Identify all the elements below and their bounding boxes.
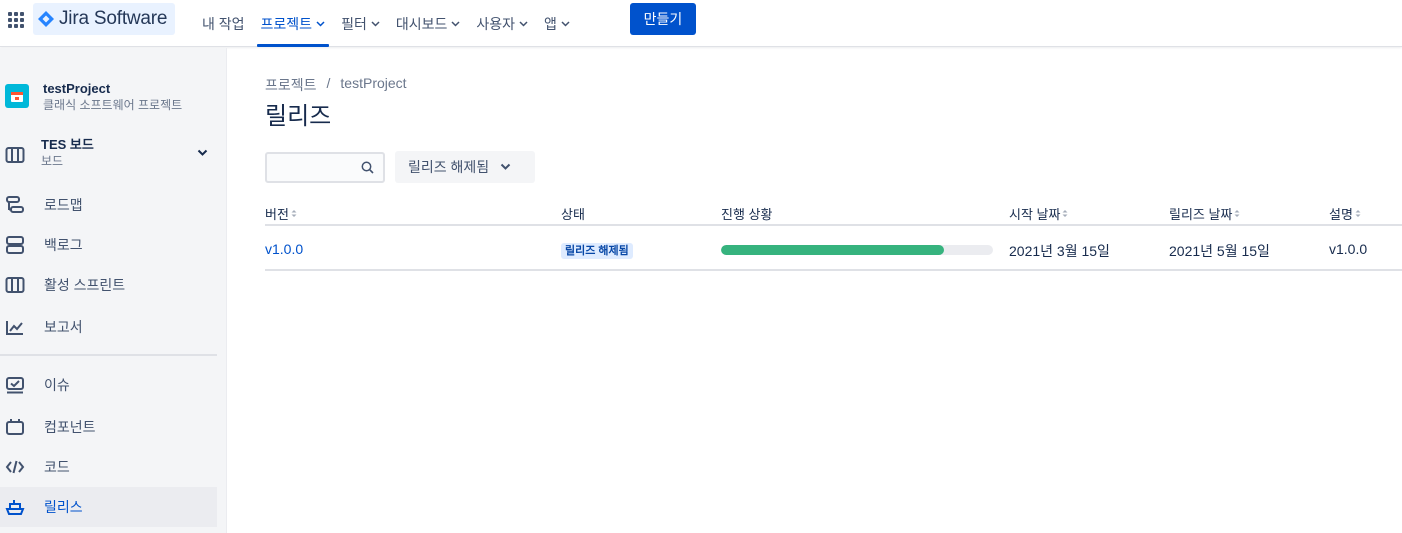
progress-bar [721, 245, 993, 255]
page-title: 릴리즈 [265, 103, 332, 130]
board-columns-icon [5, 277, 25, 293]
sidebar-item-reports[interactable]: 보고서 [0, 307, 217, 347]
column-label: 설명 [1329, 207, 1353, 222]
sidebar-item-releases[interactable]: 릴리스 [0, 487, 217, 527]
column-progress: 진행 상황 [721, 204, 772, 223]
chevron-down-icon [451, 20, 460, 27]
backlog-icon [6, 236, 24, 254]
sidebar-item-label: 로드맵 [44, 197, 83, 213]
project-avatar-icon [11, 92, 23, 102]
column-label: 시작 날짜 [1009, 207, 1061, 222]
release-status-filter[interactable]: 릴리즈 해제됨 [395, 151, 535, 183]
board-subtitle: 보드 [41, 154, 64, 168]
nav-item-people[interactable]: 사용자 [468, 0, 536, 47]
logo-text: Jira Software [59, 8, 168, 29]
nav-item-label: 프로젝트 [260, 15, 313, 32]
components-icon [6, 419, 24, 435]
sidebar-item-label: 활성 스프린트 [44, 277, 126, 293]
column-start-date[interactable]: 시작 날짜 [1009, 204, 1068, 223]
nav-item-label: 필터 [341, 15, 367, 32]
column-status: 상태 [561, 204, 585, 223]
nav-item-filters[interactable]: 필터 [333, 0, 388, 47]
search-icon [361, 161, 374, 174]
column-release-date[interactable]: 릴리즈 날짜 [1169, 204, 1240, 223]
sidebar-item-label: 컴포넌트 [44, 419, 96, 435]
nav-item-label: 앱 [544, 15, 557, 32]
description: v1.0.0 [1329, 241, 1368, 257]
app-switcher-icon[interactable] [6, 10, 24, 28]
reports-icon [6, 321, 23, 335]
sidebar-item-label: 코드 [44, 459, 70, 475]
sidebar-item-label: 보고서 [44, 319, 83, 335]
project-header[interactable]: testProject 클래식 소프트웨어 프로젝트 [5, 81, 182, 113]
ship-icon [5, 500, 25, 515]
create-button[interactable]: 만들기 [630, 3, 696, 35]
breadcrumb-projects[interactable]: 프로젝트 [265, 75, 317, 95]
issues-icon [6, 377, 24, 394]
breadcrumb-separator: / [326, 75, 331, 91]
board-icon [5, 147, 25, 163]
nav-item-my-work[interactable]: 내 작업 [194, 0, 253, 47]
search-box[interactable] [265, 152, 385, 183]
top-navigation: Jira Software 내 작업 프로젝트 필터 대시보드 사용자 앱 만들… [0, 0, 1402, 47]
column-label: 상태 [561, 207, 585, 222]
chevron-down-icon [519, 20, 528, 27]
start-date: 2021년 3월 15일 [1009, 243, 1110, 259]
jira-diamond-icon [38, 11, 54, 27]
version-link[interactable]: v1.0.0 [265, 241, 303, 257]
jira-logo[interactable]: Jira Software [33, 3, 175, 35]
chevron-down-icon [500, 163, 511, 170]
sidebar-item-active-sprint[interactable]: 활성 스프린트 [0, 265, 217, 305]
nav-item-projects[interactable]: 프로젝트 [253, 0, 334, 47]
sidebar-item-issues[interactable]: 이슈 [0, 365, 217, 405]
project-type: 클래식 소프트웨어 프로젝트 [43, 98, 183, 112]
project-name: testProject [43, 81, 111, 96]
column-label: 진행 상황 [721, 207, 773, 222]
sidebar-item-label: 백로그 [44, 237, 83, 253]
chevron-down-icon [316, 20, 325, 27]
chevron-down-icon [371, 20, 380, 27]
column-label: 릴리즈 날짜 [1169, 207, 1233, 222]
project-sidebar: testProject 클래식 소프트웨어 프로젝트 TES 보드 보드 로드맵 [0, 48, 227, 533]
sort-icon [1062, 210, 1068, 217]
board-selector[interactable]: TES 보드 보드 [5, 137, 215, 177]
nav-items: 내 작업 프로젝트 필터 대시보드 사용자 앱 [194, 0, 578, 47]
sidebar-item-components[interactable]: 컴포넌트 [0, 407, 217, 447]
roadmap-icon [6, 196, 24, 213]
chevron-down-icon [561, 20, 570, 27]
releases-table: 버전 상태 진행 상황 시작 날짜 릴리즈 날짜 설명 v1.0.0 릴리즈 해… [265, 196, 1402, 271]
nav-item-label: 대시보드 [395, 15, 448, 32]
code-icon [5, 460, 25, 474]
release-date: 2021년 5월 15일 [1169, 243, 1270, 259]
breadcrumb: 프로젝트 / testProject [265, 75, 407, 95]
sort-icon [1355, 210, 1361, 217]
sidebar-divider [0, 354, 217, 356]
search-input[interactable] [267, 154, 357, 181]
nav-item-apps[interactable]: 앱 [536, 0, 578, 47]
status-badge: 릴리즈 해제됨 [561, 243, 633, 259]
table-header: 버전 상태 진행 상황 시작 날짜 릴리즈 날짜 설명 [265, 196, 1402, 226]
sidebar-item-backlog[interactable]: 백로그 [0, 225, 217, 265]
sidebar-item-roadmap[interactable]: 로드맵 [0, 185, 217, 225]
nav-item-label: 내 작업 [202, 15, 245, 32]
sidebar-item-code[interactable]: 코드 [0, 447, 217, 487]
column-version[interactable]: 버전 [265, 204, 297, 223]
sort-icon [1234, 210, 1240, 217]
chevron-down-icon [197, 149, 208, 156]
sidebar-item-label: 이슈 [44, 377, 70, 393]
board-name: TES 보드 [41, 137, 94, 152]
project-avatar [5, 84, 29, 108]
sort-icon [291, 210, 297, 217]
breadcrumb-project[interactable]: testProject [340, 75, 406, 95]
nav-item-dashboards[interactable]: 대시보드 [388, 0, 469, 47]
filter-label: 릴리즈 해제됨 [408, 159, 490, 175]
progress-fill [721, 245, 945, 255]
column-label: 버전 [265, 207, 289, 222]
column-description[interactable]: 설명 [1329, 204, 1361, 223]
nav-item-label: 사용자 [476, 15, 515, 32]
table-row: v1.0.0 릴리즈 해제됨 2021년 3월 15일 2021년 5월 15일… [265, 226, 1402, 271]
sidebar-item-label: 릴리스 [44, 499, 83, 515]
